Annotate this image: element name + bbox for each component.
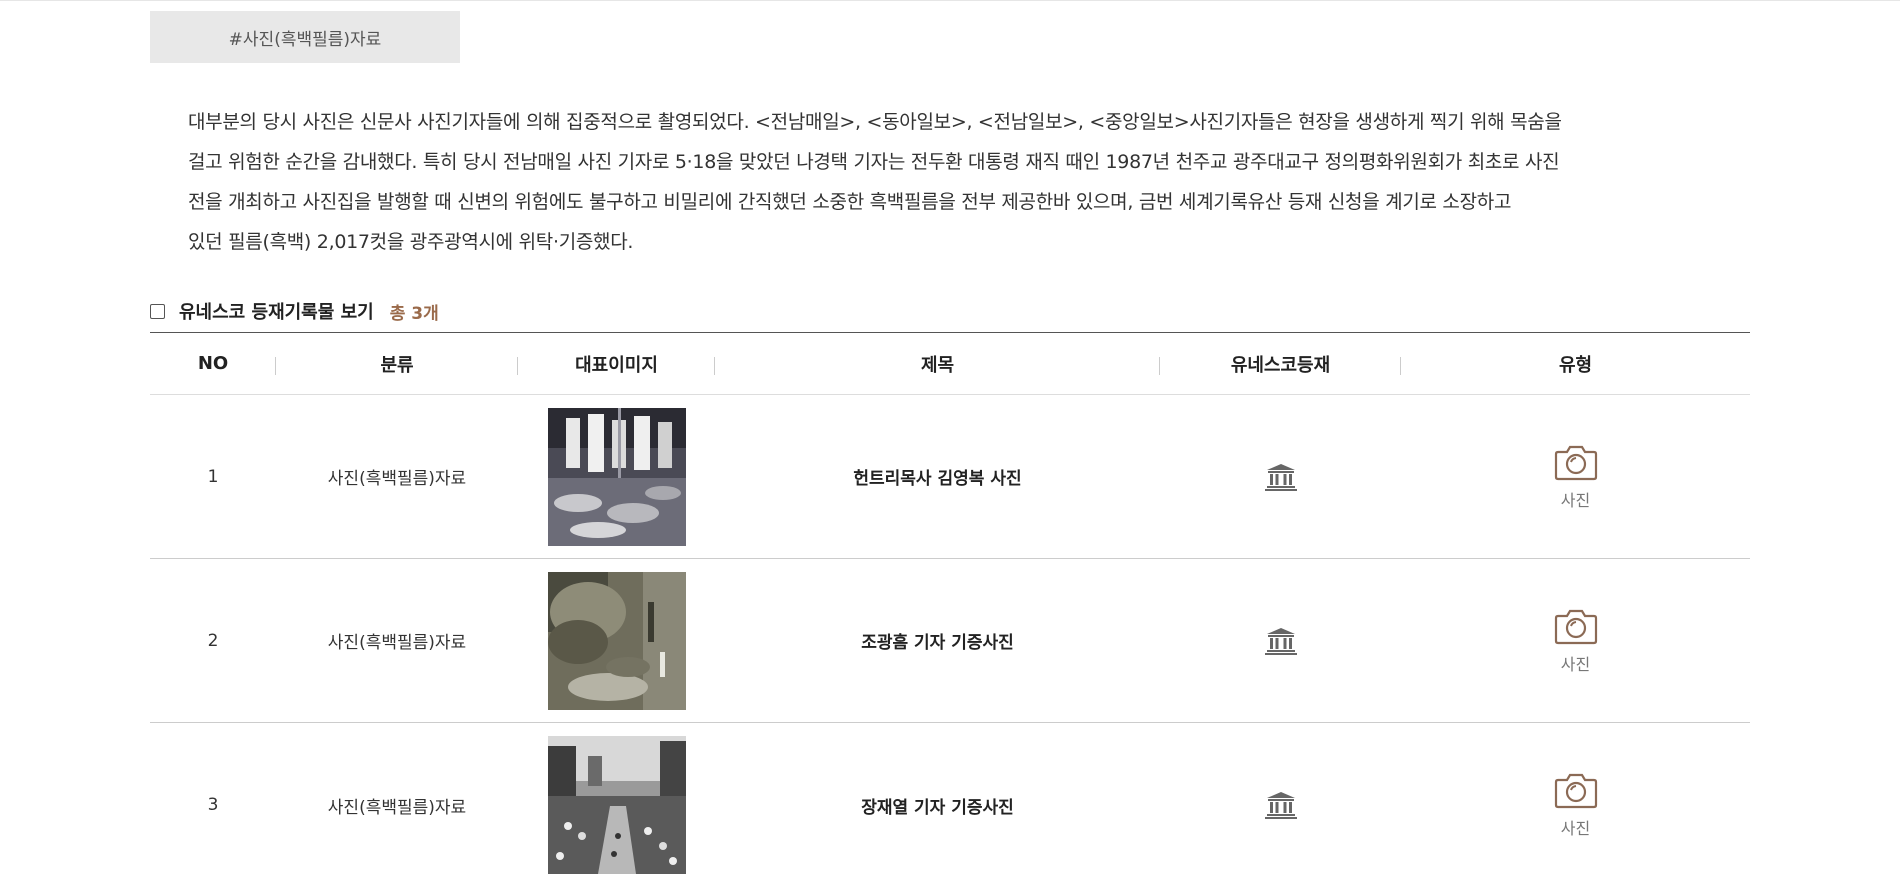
type-label: 사진	[1560, 490, 1591, 510]
type-label: 사진	[1560, 654, 1591, 674]
camera-icon	[1554, 773, 1597, 809]
thumbnail-image[interactable]	[547, 736, 686, 874]
thumbnail-image[interactable]	[547, 407, 686, 546]
row-type: 사진	[1401, 607, 1750, 675]
row-title[interactable]: 장재열 기자 기증사진	[715, 793, 1160, 818]
type-label: 사진	[1560, 819, 1591, 838]
row-thumbnail[interactable]	[518, 571, 715, 710]
unesco-heritage-icon	[1264, 463, 1297, 491]
result-count: 총 3개	[389, 303, 439, 324]
row-type: 사진	[1401, 443, 1750, 511]
thumbnail-image[interactable]	[547, 571, 686, 710]
description-line: 있던 필름(흑백) 2,017컷을 광주광역시에 위탁·기증했다.	[188, 231, 634, 253]
unesco-heritage-icon	[1264, 792, 1297, 819]
row-no: 1	[207, 466, 219, 487]
description-line: 전을 개최하고 사진집을 발행할 때 신변의 위험에도 불구하고 비밀리에 간직…	[188, 191, 1512, 213]
description-line: 대부분의 당시 사진은 신문사 사진기자들에 의해 집중적으로 촬영되었다. <…	[188, 111, 1562, 133]
unesco-filter: 유네스코 등재기록물 보기 총 3개	[150, 296, 439, 326]
camera-icon	[1554, 445, 1597, 480]
camera-icon	[1554, 609, 1597, 644]
header-unesco: 유네스코등재	[1160, 333, 1401, 394]
header-image: 대표이미지	[518, 333, 715, 394]
row-unesco	[1160, 627, 1401, 655]
row-no: 3	[207, 795, 219, 815]
row-unesco	[1160, 463, 1401, 491]
row-title[interactable]: 조광흠 기자 기증사진	[715, 628, 1160, 653]
top-divider	[0, 0, 1900, 1]
row-title[interactable]: 헌트리목사 김영복 사진	[715, 464, 1160, 489]
description-line: 걸고 위험한 순간을 감내했다. 특히 당시 전남매일 사진 기자로 5·18을…	[188, 151, 1560, 173]
table-row[interactable]: 3 사진(흑백필름)자료 장재열 기자 기증사진 사진	[150, 723, 1750, 887]
header-no: NO	[150, 333, 276, 394]
table-row[interactable]: 2 사진(흑백필름)자료 조광흠 기자 기증사진 사진	[150, 559, 1750, 723]
unesco-filter-label[interactable]: 유네스코 등재기록물 보기	[179, 298, 374, 324]
category-tag: #사진(흑백필름)자료	[150, 11, 460, 63]
table-row[interactable]: 1 사진(흑백필름)자료 헌트리목사 김영복 사진 사진	[150, 395, 1750, 559]
row-category: 사진(흑백필름)자료	[327, 797, 467, 818]
table-header: NO 분류 대표이미지 제목 유네스코등재 유형	[150, 332, 1750, 395]
row-category: 사진(흑백필름)자료	[327, 469, 467, 489]
description: 대부분의 당시 사진은 신문사 사진기자들에 의해 집중적으로 촬영되었다. <…	[188, 102, 1718, 262]
header-title: 제목	[715, 333, 1160, 394]
header-type: 유형	[1558, 354, 1593, 376]
row-type: 사진	[1401, 771, 1750, 839]
records-table: NO 분류 대표이미지 제목 유네스코등재 유형 1 사진(흑백필름)자료 헌트…	[150, 332, 1750, 887]
row-thumbnail[interactable]	[518, 407, 715, 546]
row-thumbnail[interactable]	[518, 736, 715, 874]
unesco-heritage-icon	[1264, 627, 1297, 655]
row-category: 사진(흑백필름)자료	[327, 633, 467, 653]
row-unesco	[1160, 791, 1401, 819]
unesco-filter-checkbox[interactable]	[150, 303, 165, 319]
header-category: 분류	[276, 333, 518, 394]
row-no: 2	[207, 630, 219, 651]
